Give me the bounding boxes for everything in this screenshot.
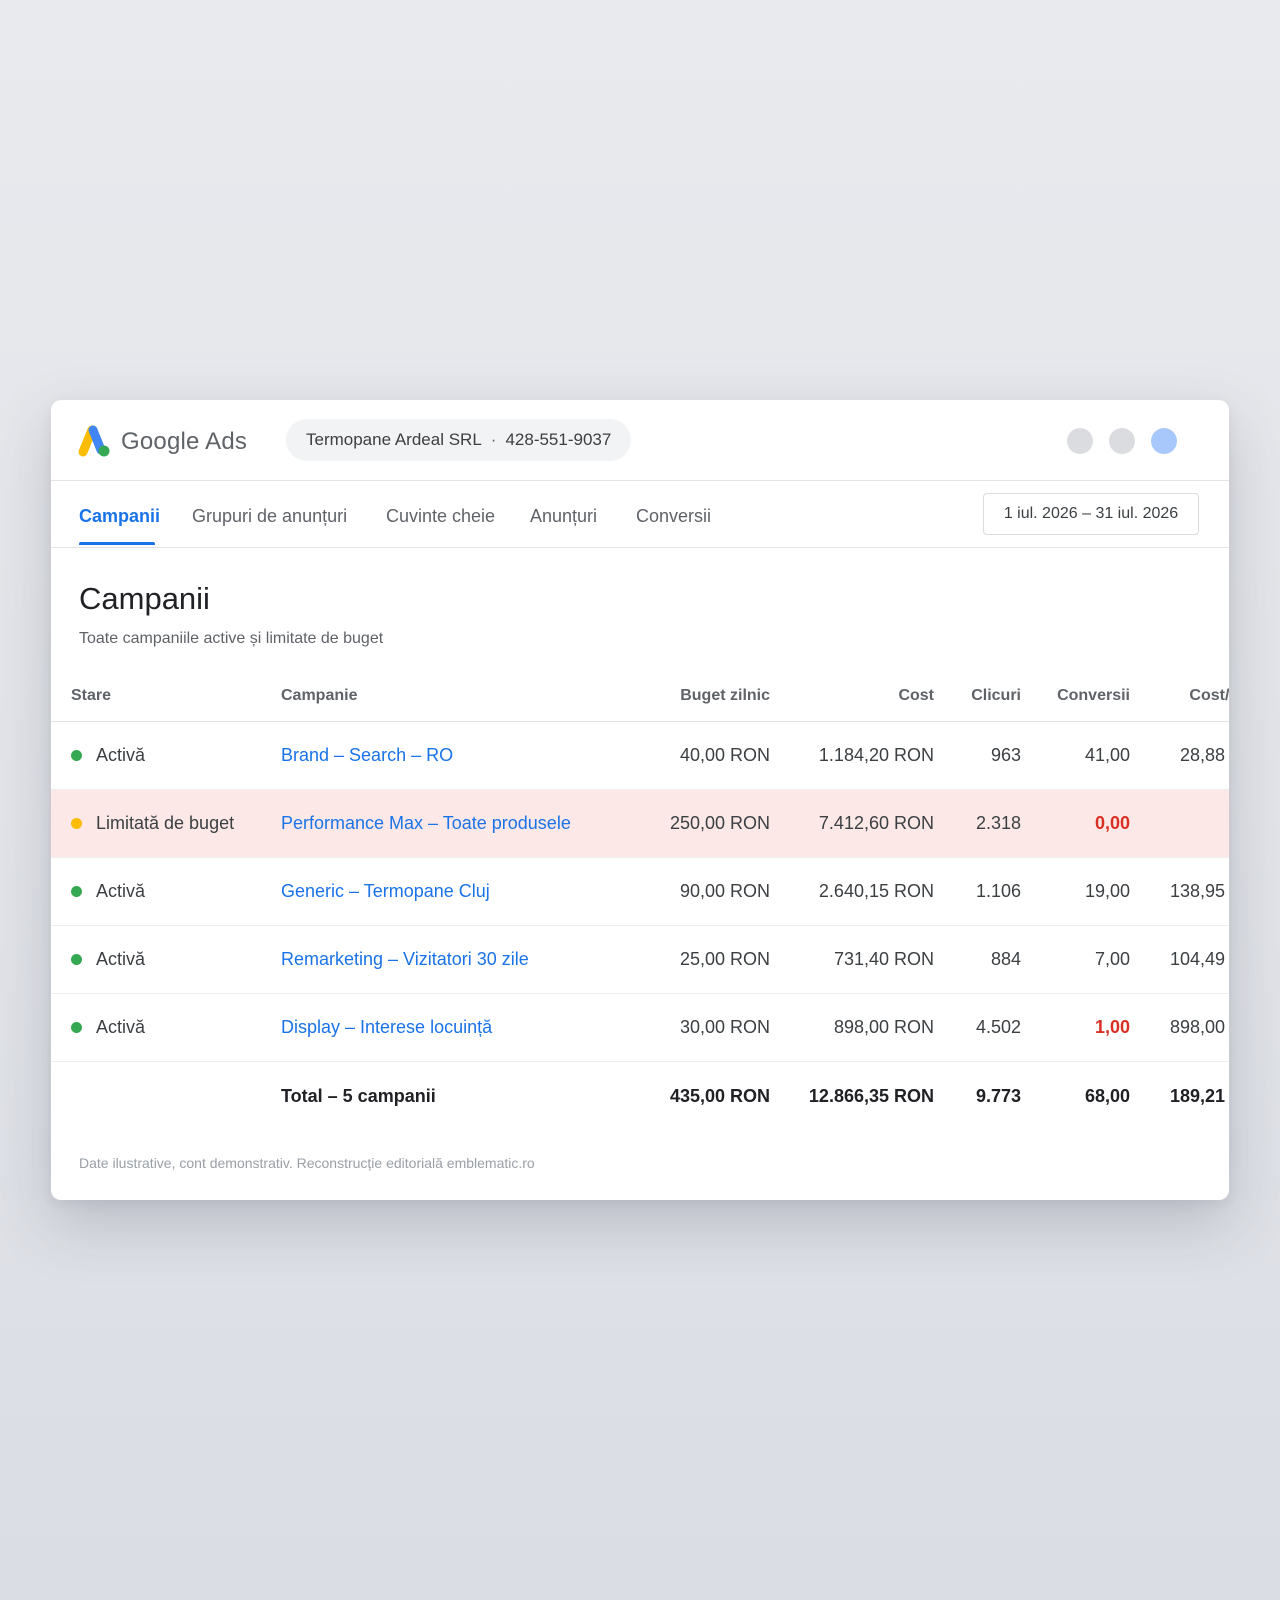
clicks-cell: 4.502 bbox=[975, 1017, 1021, 1037]
total-budget: 435,00 RON bbox=[669, 1085, 770, 1106]
table-row[interactable]: Activă Display – Interese locuință 30,00… bbox=[51, 994, 1229, 1062]
cost-cell: 2.640,15 RON bbox=[818, 881, 934, 901]
status-label: Limitată de buget bbox=[96, 813, 235, 833]
column-header-cost-conv[interactable]: Cost/conv. bbox=[1131, 670, 1229, 721]
table-header-row: Stare Campanie Buget zilnic Cost Clicuri… bbox=[51, 670, 1229, 722]
conversions-cell: 7,00 bbox=[1094, 949, 1130, 969]
table-row[interactable]: Activă Generic – Termopane Cluj 90,00 RO… bbox=[51, 858, 1229, 926]
app-header: Google Ads Termopane Ardeal SRL · 428-55… bbox=[51, 400, 1229, 481]
column-header-stare[interactable]: Stare bbox=[71, 670, 261, 721]
tab-grupuri-de-anunturi[interactable]: Grupuri de anunțuri bbox=[192, 506, 347, 527]
campaign-name-cell: Generic – Termopane Cluj bbox=[281, 858, 611, 925]
status-label: Activă bbox=[96, 1017, 146, 1037]
budget-cell: 250,00 RON bbox=[669, 813, 770, 833]
cost-per-conversion-cell: 138,95 RON bbox=[1169, 881, 1229, 901]
campaign-name-cell: Remarketing – Vizitatori 30 zile bbox=[281, 926, 611, 993]
campaign-link[interactable]: Performance Max – Toate produsele bbox=[281, 813, 571, 834]
clicks-cell: 963 bbox=[990, 745, 1021, 765]
status-label: Activă bbox=[96, 881, 146, 901]
status-dot-icon bbox=[71, 886, 82, 897]
account-id: 428-551-9037 bbox=[505, 430, 612, 449]
status-dot-icon bbox=[71, 750, 82, 761]
column-header-cost[interactable]: Cost bbox=[771, 670, 934, 721]
brand-name: Google Ads bbox=[121, 428, 248, 455]
footnote: Date ilustrative, cont demonstrativ. Rec… bbox=[79, 1155, 535, 1171]
column-header-clicuri[interactable]: Clicuri bbox=[935, 670, 1021, 721]
clicks-cell: 1.106 bbox=[975, 881, 1021, 901]
column-header-buget-zilnic[interactable]: Buget zilnic bbox=[591, 670, 770, 721]
total-clicks: 9.773 bbox=[975, 1085, 1021, 1106]
status-cell: Activă bbox=[71, 722, 261, 789]
tab-cuvinte-cheie[interactable]: Cuvinte cheie bbox=[386, 506, 495, 527]
campaigns-table: Stare Campanie Buget zilnic Cost Clicuri… bbox=[51, 670, 1229, 1130]
table-total-row: Total – 5 campanii 435,00 RON 12.866,35 … bbox=[51, 1062, 1229, 1130]
budget-cell: 40,00 RON bbox=[679, 745, 770, 765]
clicks-cell: 884 bbox=[990, 949, 1021, 969]
table-row[interactable]: Activă Brand – Search – RO 40,00 RON 1.1… bbox=[51, 722, 1229, 790]
user-circle-icon[interactable] bbox=[1151, 428, 1177, 454]
column-header-campanie[interactable]: Campanie bbox=[281, 670, 611, 721]
nav-tabs: Campanii Grupuri de anunțuri Cuvinte che… bbox=[51, 481, 1229, 548]
cost-cell: 7.412,60 RON bbox=[818, 813, 934, 833]
status-cell: Activă bbox=[71, 926, 261, 993]
campaign-link[interactable]: Generic – Termopane Cluj bbox=[281, 881, 490, 902]
conversions-cell: 19,00 bbox=[1084, 881, 1130, 901]
tab-campanii[interactable]: Campanii bbox=[79, 506, 160, 527]
table-row[interactable]: Limitată de buget Performance Max – Toat… bbox=[51, 790, 1229, 858]
user-circle-icon[interactable] bbox=[1067, 428, 1093, 454]
campaign-link[interactable]: Display – Interese locuință bbox=[281, 1017, 492, 1038]
account-selector[interactable]: Termopane Ardeal SRL · 428-551-9037 bbox=[286, 419, 632, 461]
status-dot-icon bbox=[71, 1022, 82, 1033]
budget-cell: 25,00 RON bbox=[679, 949, 770, 969]
date-range-picker[interactable]: 1 iul. 2026 – 31 iul. 2026 bbox=[983, 493, 1199, 535]
campaign-link[interactable]: Remarketing – Vizitatori 30 zile bbox=[281, 949, 529, 970]
page-title: Campanii bbox=[79, 581, 210, 616]
cost-per-conversion-cell: 104,49 RON bbox=[1169, 949, 1229, 969]
total-label: Total – 5 campanii bbox=[281, 1085, 436, 1106]
conversions-cell: 41,00 bbox=[1084, 745, 1130, 765]
status-cell: Activă bbox=[71, 994, 261, 1061]
cost-per-conversion-cell: 898,00 RON bbox=[1169, 1017, 1229, 1037]
cost-cell: 731,40 RON bbox=[833, 949, 934, 969]
active-tab-indicator bbox=[79, 542, 155, 545]
table-row[interactable]: Activă Remarketing – Vizitatori 30 zile … bbox=[51, 926, 1229, 994]
campaign-name-cell: Display – Interese locuință bbox=[281, 994, 611, 1061]
conversions-cell: 0,00 bbox=[1094, 813, 1130, 833]
status-cell: Activă bbox=[71, 858, 261, 925]
total-conversions: 68,00 bbox=[1084, 1085, 1130, 1106]
google-ads-logo-icon[interactable] bbox=[73, 424, 113, 458]
account-name: Termopane Ardeal SRL bbox=[306, 430, 482, 449]
ads-window: Google Ads Termopane Ardeal SRL · 428-55… bbox=[51, 400, 1229, 1200]
campaign-link[interactable]: Brand – Search – RO bbox=[281, 745, 453, 766]
cost-per-conversion-cell: 28,88 RON bbox=[1179, 745, 1229, 765]
tab-conversii[interactable]: Conversii bbox=[636, 506, 711, 527]
total-cost: 12.866,35 RON bbox=[808, 1085, 934, 1106]
budget-cell: 30,00 RON bbox=[679, 1017, 770, 1037]
clicks-cell: 2.318 bbox=[975, 813, 1021, 833]
status-label: Activă bbox=[96, 745, 146, 765]
budget-cell: 90,00 RON bbox=[679, 881, 770, 901]
campaign-name-cell: Performance Max – Toate produsele bbox=[281, 790, 611, 857]
user-circle-icon[interactable] bbox=[1109, 428, 1135, 454]
cost-cell: 898,00 RON bbox=[833, 1017, 934, 1037]
conversions-cell: 1,00 bbox=[1094, 1017, 1130, 1037]
status-dot-icon bbox=[71, 954, 82, 965]
status-dot-icon bbox=[71, 818, 82, 829]
cost-cell: 1.184,20 RON bbox=[818, 745, 934, 765]
cost-per-conversion-cell: – bbox=[1131, 790, 1229, 857]
page-subtitle: Toate campaniile active și limitate de b… bbox=[79, 630, 384, 647]
tab-anunturi[interactable]: Anunțuri bbox=[530, 506, 597, 527]
total-cost-per-conversion: 189,21 RON bbox=[1169, 1085, 1229, 1106]
column-header-conversii[interactable]: Conversii bbox=[1023, 670, 1130, 721]
status-label: Activă bbox=[96, 949, 146, 969]
status-cell: Limitată de buget bbox=[71, 790, 261, 857]
account-separator: · bbox=[490, 430, 497, 449]
campaign-name-cell: Brand – Search – RO bbox=[281, 722, 611, 789]
